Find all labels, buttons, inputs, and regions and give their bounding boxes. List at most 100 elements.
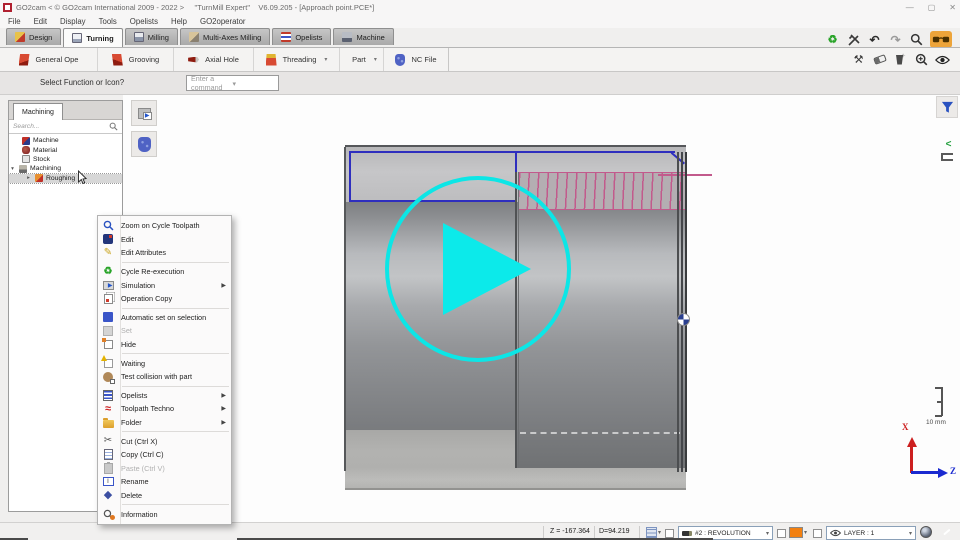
menu-opelists[interactable]: Opelists ▶ (98, 389, 231, 403)
menu-delete[interactable]: Delete (98, 489, 231, 503)
undo-icon[interactable] (867, 32, 882, 47)
minimize-icon[interactable]: — (906, 3, 914, 12)
clean-toolpath-icon[interactable]: ✦ (893, 52, 908, 67)
ribbon-label: Grooving (129, 55, 159, 64)
menu-edit-attributes[interactable]: Edit Attributes (98, 246, 231, 260)
menu-test-collision-with-part[interactable]: Test collision with part (98, 370, 231, 384)
tree-item-roughing[interactable]: ▸ Roughing (9, 174, 122, 183)
ribbon-label: General Ope (36, 55, 79, 64)
menu-hide[interactable]: Hide (98, 338, 231, 352)
machining-tools-icon[interactable] (851, 52, 866, 67)
menu-cut[interactable]: Cut (Ctrl X) (98, 434, 231, 448)
menu-folder[interactable]: Folder ▶ (98, 416, 231, 430)
submenu-arrow-icon: ▶ (221, 392, 226, 399)
menu-edit[interactable]: Edit (34, 17, 47, 26)
menu-file[interactable]: File (8, 17, 21, 26)
regenerate-icon[interactable] (825, 32, 840, 47)
menu-toolpath-techno[interactable]: Toolpath Techno ▶ (98, 402, 231, 416)
simulation-button[interactable] (131, 100, 157, 126)
tab-machine[interactable]: Machine (333, 28, 393, 45)
menu-go2operator[interactable]: GO2operator (200, 17, 246, 26)
grid-checkbox[interactable] (665, 529, 674, 538)
roughing-icon (35, 174, 43, 182)
axis-x-label: X (902, 422, 909, 432)
command-placeholder: Enter a command (191, 74, 233, 92)
layer-selector[interactable]: LAYER : 1 ▾ (826, 526, 916, 540)
menu-information[interactable]: Information (98, 507, 231, 521)
menu-operation-copy[interactable]: Operation Copy (98, 292, 231, 306)
command-input[interactable]: Enter a command ▾ (186, 75, 279, 91)
tab-machining-panel[interactable]: Machining (13, 103, 63, 120)
menu-rename[interactable]: I Rename (98, 475, 231, 489)
tab-design[interactable]: Design (6, 28, 61, 45)
menu-tools[interactable]: Tools (99, 17, 117, 26)
threading-button[interactable]: Threading ▾ (254, 48, 340, 71)
grid-toggle-button[interactable]: ▾ (646, 527, 661, 538)
tree-item-stock[interactable]: Stock (9, 155, 122, 164)
eraser-icon[interactable] (872, 52, 887, 67)
menu-automatic-set-on-selection[interactable]: Automatic set on selection (98, 311, 231, 325)
menu-label: Opelists (121, 391, 147, 400)
tab-label: Design (29, 33, 52, 42)
tree-collapse-icon[interactable]: ▾ (9, 166, 16, 172)
tree-item-machine[interactable]: Machine (9, 136, 122, 145)
tool-checkbox[interactable] (777, 529, 786, 538)
close-icon[interactable]: ✕ (949, 3, 956, 12)
glasses-view-button[interactable] (930, 31, 952, 48)
menu-separator (122, 504, 229, 505)
color-picker[interactable]: ▾ (789, 527, 807, 538)
part-edge-bottom (345, 488, 686, 490)
menu-opelists[interactable]: Opelists (130, 17, 158, 26)
layer-checkbox[interactable] (813, 529, 822, 538)
zoom-fit-icon[interactable] (914, 52, 929, 67)
stock-material-icon (138, 137, 151, 152)
tree-item-machining[interactable]: ▾ Machining (9, 164, 122, 173)
tool-value: #2 : REVOLUTION (695, 530, 763, 537)
menu-label: Rename (121, 477, 149, 486)
tab-turning[interactable]: Turning (63, 28, 122, 47)
maximize-icon[interactable]: ▢ (928, 3, 936, 12)
caliper-icon[interactable] (846, 32, 861, 47)
menu-zoom-on-cycle-toolpath[interactable]: Zoom on Cycle Toolpath (98, 219, 231, 233)
menu-simulation[interactable]: ▶ Simulation ▶ (98, 278, 231, 292)
view-orientation-icon[interactable] (920, 526, 932, 538)
grooving-button[interactable]: Grooving (98, 48, 174, 71)
handle-sphere-icon[interactable] (677, 313, 690, 326)
general-ope-icon (19, 54, 30, 66)
tab-milling[interactable]: Milling (125, 28, 178, 45)
stock-material-button[interactable] (131, 131, 157, 157)
play-icon[interactable] (443, 223, 531, 315)
part-bottom-strip (345, 468, 686, 490)
tab-label: Machine (356, 33, 384, 42)
chevron-down-icon: ▾ (324, 56, 327, 63)
menu-help[interactable]: Help (171, 17, 187, 26)
eye-icon[interactable] (935, 52, 950, 67)
chevron-down-icon: ▾ (233, 79, 275, 88)
milling-icon (134, 32, 144, 42)
menu-waiting[interactable]: Waiting (98, 356, 231, 370)
tab-multi-axes-milling[interactable]: Multi-Axes Milling (180, 28, 270, 45)
axis-z-arrow (911, 471, 939, 474)
axial-hole-button[interactable]: Axial Hole (174, 48, 254, 71)
part-button[interactable]: Part ▾ (340, 48, 384, 71)
tree-expand-icon[interactable]: ▸ (25, 175, 32, 181)
ribbon-label: Part (352, 55, 366, 64)
general-ope-button[interactable]: General Ope (0, 48, 98, 71)
z-coordinate: Z = -167.364 (550, 528, 590, 535)
zoom-icon[interactable] (909, 32, 924, 47)
nc-file-button[interactable]: NC File (384, 48, 448, 71)
tab-opelists[interactable]: Opelists (272, 28, 331, 45)
menu-label: Paste (Ctrl V) (121, 464, 165, 473)
clamp-icon[interactable] (941, 153, 953, 161)
redo-icon[interactable] (888, 32, 903, 47)
tree-item-material[interactable]: Material (9, 145, 122, 154)
filter-button[interactable] (936, 96, 958, 118)
collapse-panel-icon[interactable] (940, 138, 957, 151)
menu-display[interactable]: Display (60, 17, 86, 26)
menu-cycle-re-execution[interactable]: Cycle Re-execution (98, 265, 231, 279)
filter-icon (941, 101, 954, 114)
search-input[interactable]: Search... (9, 120, 122, 134)
menu-edit[interactable]: Edit (98, 233, 231, 247)
menu-copy[interactable]: Copy (Ctrl C) (98, 448, 231, 462)
toolpath-techno-icon (101, 402, 115, 415)
